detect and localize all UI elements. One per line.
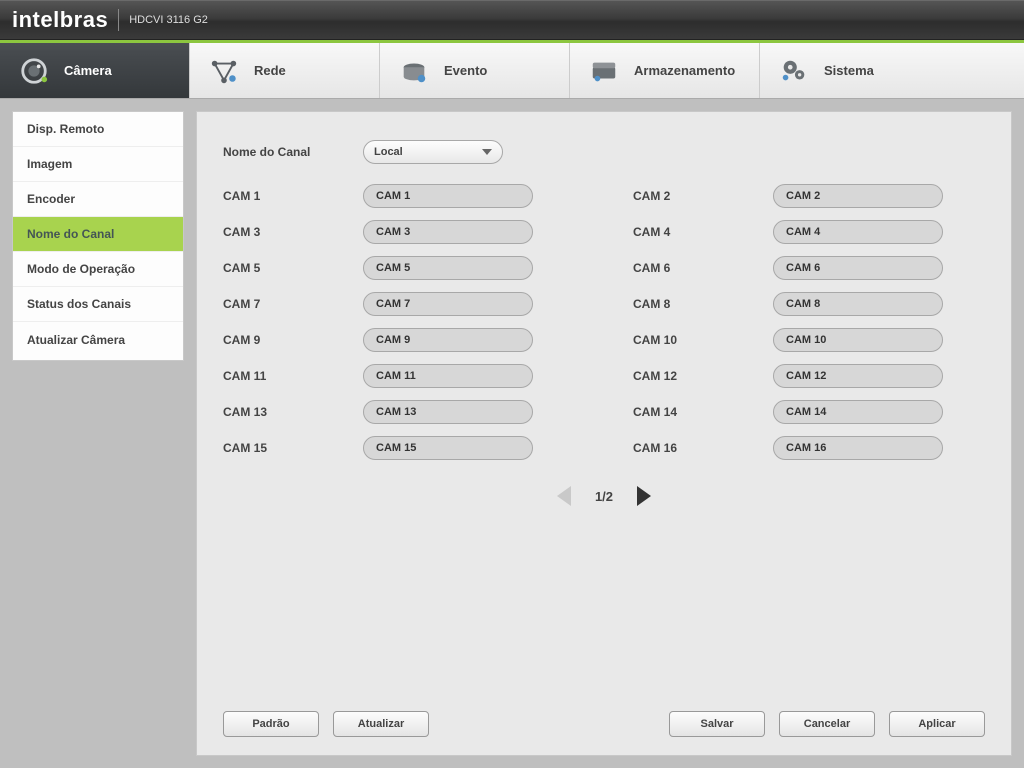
sidebar-item-image[interactable]: Imagem [13, 147, 183, 182]
select-value: Local [374, 146, 403, 158]
tab-label: Armazenamento [634, 63, 735, 78]
sidebar: Disp. Remoto Imagem Encoder Nome do Cana… [12, 111, 184, 361]
sidebar-item-label: Disp. Remoto [27, 122, 104, 136]
body-area: Disp. Remoto Imagem Encoder Nome do Cana… [0, 99, 1024, 768]
channel-name-input-4[interactable]: CAM 4 [773, 220, 943, 244]
channel-name-input-11[interactable]: CAM 11 [363, 364, 533, 388]
channel-name-grid: CAM 1 CAM 1 CAM 2 CAM 2 CAM 3 CAM 3 CAM … [223, 178, 985, 466]
sidebar-item-label: Nome do Canal [27, 227, 114, 241]
sidebar-item-channel-status[interactable]: Status dos Canais [13, 287, 183, 322]
sidebar-item-encoder[interactable]: Encoder [13, 182, 183, 217]
sidebar-item-label: Status dos Canais [27, 297, 131, 311]
tab-camera[interactable]: Câmera [0, 43, 190, 98]
pager-indicator: 1/2 [595, 489, 613, 504]
selector-label: Nome do Canal [223, 145, 363, 159]
channel-label: CAM 6 [633, 261, 773, 275]
main-panel: Nome do Canal Local CAM 1 CAM 1 CAM 2 CA… [196, 111, 1012, 756]
refresh-button[interactable]: Atualizar [333, 711, 429, 737]
sidebar-item-channel-name[interactable]: Nome do Canal [13, 217, 183, 252]
sidebar-item-remote-device[interactable]: Disp. Remoto [13, 112, 183, 147]
channel-label: CAM 9 [223, 333, 363, 347]
storage-icon [588, 55, 620, 87]
channel-label: CAM 4 [633, 225, 773, 239]
tab-storage[interactable]: Armazenamento [570, 43, 760, 98]
channel-name-input-9[interactable]: CAM 9 [363, 328, 533, 352]
channel-name-input-5[interactable]: CAM 5 [363, 256, 533, 280]
channel-name-input-13[interactable]: CAM 13 [363, 400, 533, 424]
tab-label: Evento [444, 63, 487, 78]
channel-label: CAM 12 [633, 369, 773, 383]
tab-system[interactable]: Sistema [760, 43, 1024, 98]
sidebar-item-operation-mode[interactable]: Modo de Operação [13, 252, 183, 287]
cancel-button[interactable]: Cancelar [779, 711, 875, 737]
channel-label: CAM 3 [223, 225, 363, 239]
header-separator [118, 9, 119, 31]
sidebar-item-update-camera[interactable]: Atualizar Câmera [13, 322, 183, 357]
tab-label: Câmera [64, 63, 112, 78]
sidebar-item-label: Encoder [27, 192, 75, 206]
sidebar-item-label: Imagem [27, 157, 72, 171]
channel-name-input-6[interactable]: CAM 6 [773, 256, 943, 280]
tab-label: Sistema [824, 63, 874, 78]
channel-label: CAM 15 [223, 441, 363, 455]
event-icon [398, 55, 430, 87]
tab-network[interactable]: Rede [190, 43, 380, 98]
channel-label: CAM 1 [223, 189, 363, 203]
channel-name-input-12[interactable]: CAM 12 [773, 364, 943, 388]
channel-label: CAM 5 [223, 261, 363, 275]
channel-label: CAM 13 [223, 405, 363, 419]
channel-label: CAM 16 [633, 441, 773, 455]
footer-buttons: Padrão Atualizar Salvar Cancelar Aplicar [223, 711, 985, 737]
product-model: HDCVI 3116 G2 [129, 14, 208, 26]
channel-name-input-2[interactable]: CAM 2 [773, 184, 943, 208]
channel-source-select[interactable]: Local [363, 140, 503, 164]
apply-button[interactable]: Aplicar [889, 711, 985, 737]
default-button[interactable]: Padrão [223, 711, 319, 737]
channel-name-input-14[interactable]: CAM 14 [773, 400, 943, 424]
lens-icon [18, 55, 50, 87]
channel-label: CAM 10 [633, 333, 773, 347]
system-icon [778, 55, 810, 87]
channel-name-input-15[interactable]: CAM 15 [363, 436, 533, 460]
top-nav: Câmera Rede Evento Armazenamento Sistema [0, 43, 1024, 99]
sidebar-item-label: Modo de Operação [27, 262, 135, 276]
app-header: intelbras HDCVI 3116 G2 [0, 0, 1024, 40]
channel-name-input-10[interactable]: CAM 10 [773, 328, 943, 352]
channel-label: CAM 14 [633, 405, 773, 419]
pager-next-icon[interactable] [637, 486, 651, 506]
chevron-down-icon [482, 149, 492, 155]
network-icon [208, 55, 240, 87]
channel-label: CAM 11 [223, 369, 363, 383]
brand-logo: intelbras [12, 7, 108, 33]
channel-name-input-3[interactable]: CAM 3 [363, 220, 533, 244]
tab-event[interactable]: Evento [380, 43, 570, 98]
channel-name-input-1[interactable]: CAM 1 [363, 184, 533, 208]
channel-name-input-16[interactable]: CAM 16 [773, 436, 943, 460]
sidebar-item-label: Atualizar Câmera [27, 333, 125, 347]
channel-name-input-7[interactable]: CAM 7 [363, 292, 533, 316]
save-button[interactable]: Salvar [669, 711, 765, 737]
channel-label: CAM 2 [633, 189, 773, 203]
tab-label: Rede [254, 63, 286, 78]
pager-prev-icon[interactable] [557, 486, 571, 506]
channel-name-input-8[interactable]: CAM 8 [773, 292, 943, 316]
channel-label: CAM 7 [223, 297, 363, 311]
channel-label: CAM 8 [633, 297, 773, 311]
pager: 1/2 [223, 486, 985, 506]
